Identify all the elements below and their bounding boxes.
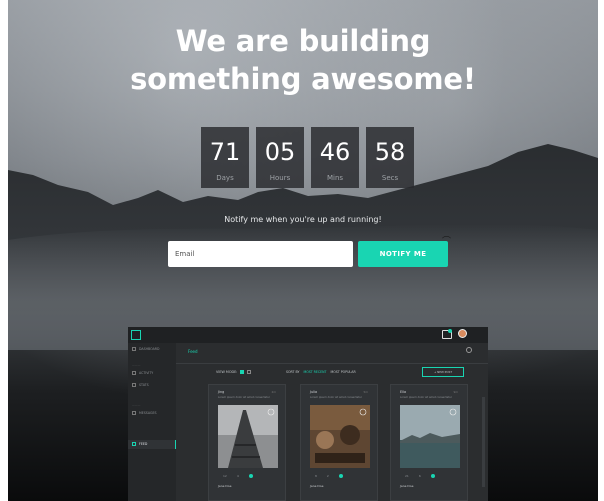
countdown-mins: 46 Mins — [311, 127, 359, 188]
email-field[interactable]: Email — [168, 241, 353, 267]
post-card: Jing 2m Lorem ipsum dolor sit amet conse… — [208, 384, 286, 501]
card-author: Jane Doe — [400, 484, 414, 488]
card-comments: 2 — [326, 474, 329, 478]
app-sidebar: DASHBOARD ——— ACTIVITY STATS ——— MESSAGE… — [128, 343, 176, 501]
card-meta: 12 4 — [223, 474, 253, 478]
countdown-label: Hours — [269, 174, 291, 182]
card-description: Lorem ipsum dolor sit amet consectetur — [310, 396, 362, 399]
card-likes: 21 — [405, 474, 409, 478]
card-image — [400, 405, 460, 468]
card-likes: 12 — [223, 474, 227, 478]
app-topbar — [128, 327, 488, 343]
card-meta: 8 2 — [315, 474, 343, 478]
share-icon — [430, 474, 435, 478]
list-view-icon — [247, 370, 252, 374]
card-comments: 6 — [418, 474, 421, 478]
sidebar-item-label: MESSAGES — [139, 411, 157, 415]
card-comments: 4 — [236, 474, 239, 478]
notify-message: Notify me when you're up and running! — [224, 215, 382, 224]
headline-line-2: something awesome! — [130, 62, 476, 96]
sidebar-item-label: ACTIVITY — [139, 371, 154, 375]
card-image — [310, 405, 370, 468]
countdown-timer: 71 Days 05 Hours 46 Mins 58 Secs — [201, 127, 414, 188]
post-card: Ella 9m Lorem ipsum dolor sit amet conse… — [390, 384, 468, 501]
card-time: 9m — [453, 390, 458, 394]
card-meta: 21 6 — [405, 474, 435, 478]
sort-most-recent: MOST RECENT — [303, 370, 327, 374]
stats-icon — [132, 383, 136, 387]
sidebar-divider: ——— — [132, 363, 141, 367]
sidebar-item-messages: MESSAGES — [132, 411, 157, 415]
sidebar-divider: ——— — [132, 403, 141, 407]
activity-icon — [132, 371, 136, 375]
view-mode-control: VIEW MODE: — [216, 370, 252, 374]
app-logo-icon — [131, 330, 141, 340]
dashboard-icon — [132, 347, 136, 351]
hero-section: We are building something awesome! 71 Da… — [8, 0, 598, 501]
card-user: Julia — [310, 390, 318, 394]
view-mode-label: VIEW MODE: — [216, 370, 238, 374]
card-author: Jane Doe — [310, 484, 324, 488]
email-placeholder: Email — [175, 250, 195, 258]
post-card: Julia 5m Lorem ipsum dolor sit amet cons… — [300, 384, 378, 501]
sidebar-item-stats: STATS — [132, 383, 149, 387]
bird-icon: ⌒ — [442, 237, 452, 247]
sidebar-item-label: DASHBOARD — [139, 347, 160, 351]
countdown-label: Mins — [326, 174, 344, 182]
card-user: Ella — [400, 390, 407, 394]
countdown-value: 58 — [374, 138, 406, 166]
sidebar-item-label: STATS — [139, 383, 149, 387]
grid-view-icon — [240, 370, 245, 374]
countdown-secs: 58 Secs — [366, 127, 414, 188]
card-likes: 8 — [315, 474, 317, 478]
countdown-value: 46 — [319, 138, 351, 166]
countdown-value: 71 — [209, 138, 241, 166]
messages-icon — [132, 411, 136, 415]
countdown-value: 05 — [264, 138, 296, 166]
sidebar-item-activity: ACTIVITY — [132, 371, 153, 375]
search-icon — [466, 347, 472, 353]
avatar — [458, 329, 467, 338]
app-main-header — [176, 343, 488, 364]
sort-control: SORT BY MOST RECENT MOST POPULAR — [286, 370, 356, 374]
notify-me-button[interactable]: NOTIFY ME — [358, 241, 448, 267]
app-preview: DASHBOARD ——— ACTIVITY STATS ——— MESSAGE… — [128, 327, 488, 501]
scrollbar — [482, 397, 485, 487]
countdown-label: Secs — [381, 174, 399, 182]
countdown-label: Days — [216, 174, 234, 182]
sort-by-label: SORT BY — [286, 370, 300, 374]
card-time: 2m — [271, 390, 276, 394]
countdown-days: 71 Days — [201, 127, 249, 188]
headline-line-1: We are building — [175, 24, 431, 58]
sidebar-item-label: FEED — [139, 442, 148, 446]
share-icon — [248, 474, 253, 478]
page-title: Feed — [188, 349, 198, 354]
feed-icon — [132, 442, 136, 446]
card-time: 5m — [363, 390, 368, 394]
sort-most-popular: MOST POPULAR — [330, 370, 356, 374]
sidebar-item-dashboard: DASHBOARD — [132, 347, 159, 351]
share-icon — [338, 474, 343, 478]
sidebar-item-feed: FEED — [132, 442, 147, 446]
card-description: Lorem ipsum dolor sit amet consectetur — [218, 396, 270, 399]
notification-dot — [448, 329, 452, 333]
card-image — [218, 405, 278, 468]
page-headline: We are building something awesome! — [8, 22, 598, 98]
new-post-button: + NEW POST — [422, 367, 464, 377]
card-author: Jane Doe — [218, 484, 232, 488]
countdown-hours: 05 Hours — [256, 127, 304, 188]
card-user: Jing — [218, 390, 225, 394]
card-description: Lorem ipsum dolor sit amet consectetur — [400, 396, 452, 399]
